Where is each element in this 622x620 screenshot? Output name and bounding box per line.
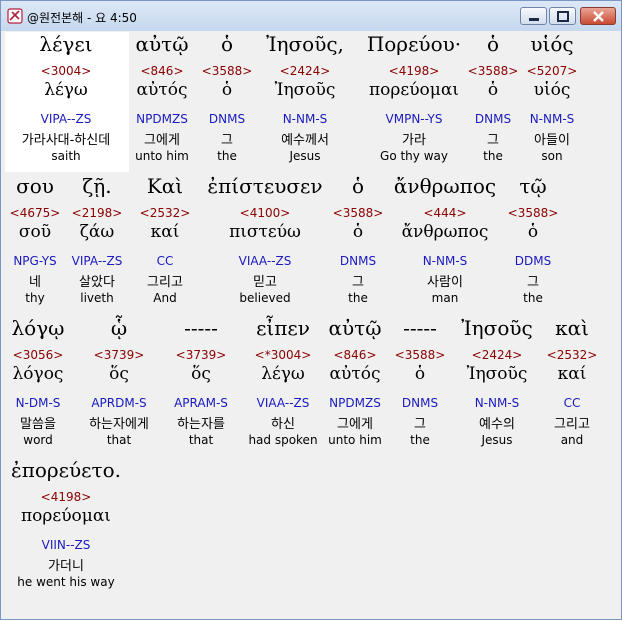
- title-bar[interactable]: @원전본해 - 요 4:50: [1, 1, 621, 31]
- close-button[interactable]: [580, 7, 616, 25]
- word-korean: 가더니: [48, 559, 84, 574]
- app-icon[interactable]: [7, 8, 23, 24]
- word-korean: 예수께서: [281, 133, 329, 148]
- word-strong: <2532>: [546, 348, 598, 362]
- word-strong: <3588>: [507, 206, 559, 220]
- maximize-icon: [557, 11, 569, 22]
- word-korean: 아들이: [534, 133, 570, 148]
- word-english: he went his way: [17, 575, 115, 589]
- word-parse: CC: [563, 396, 581, 410]
- minimize-button[interactable]: [520, 7, 547, 25]
- word-greek: καὶ: [555, 316, 589, 340]
- app-window: @원전본해 - 요 4:50 λέγει <3004> λέγω VIPA--ZS 가라…: [0, 0, 622, 620]
- word-lemma: καί: [557, 364, 587, 384]
- word-greek: Ἰησοῦς,: [266, 32, 344, 56]
- word-parse: N-NM-S: [529, 112, 575, 126]
- word-parse: DDMS: [514, 254, 552, 268]
- close-icon: [593, 11, 604, 22]
- word-strong: <5207>: [526, 64, 578, 78]
- word-english: Jesus: [289, 149, 321, 163]
- word-english: the: [523, 291, 543, 305]
- word-english: son: [541, 149, 563, 163]
- word-strong: <4198>: [40, 490, 92, 504]
- word-parse: VIIN--ZS: [41, 538, 91, 552]
- word-lemma: υἱός: [533, 80, 571, 100]
- word-korean: 그: [527, 275, 539, 290]
- word-greek: τῷ: [519, 174, 547, 198]
- word-english: and: [560, 433, 584, 447]
- word-lemma: ὁ: [527, 222, 539, 242]
- word-strong: <2424>: [279, 64, 331, 78]
- word-greek: ἐπορεύετο.: [10, 458, 122, 482]
- word-lemma: πορεύομαι: [21, 506, 111, 526]
- word-korean: 그리고: [554, 417, 590, 432]
- minimize-icon: [529, 18, 539, 21]
- word-lemma: Ἰησοῦς: [274, 80, 336, 100]
- word-greek: υἱός: [530, 32, 574, 56]
- interlinear-panel[interactable]: λέγει <3004> λέγω VIPA--ZS 가라사대-하신데 saith αὐτῷ…: [5, 32, 617, 613]
- word-parse: N-NM-S: [282, 112, 328, 126]
- window-title: @원전본해 - 요 4:50: [27, 11, 137, 25]
- maximize-button[interactable]: [549, 7, 576, 25]
